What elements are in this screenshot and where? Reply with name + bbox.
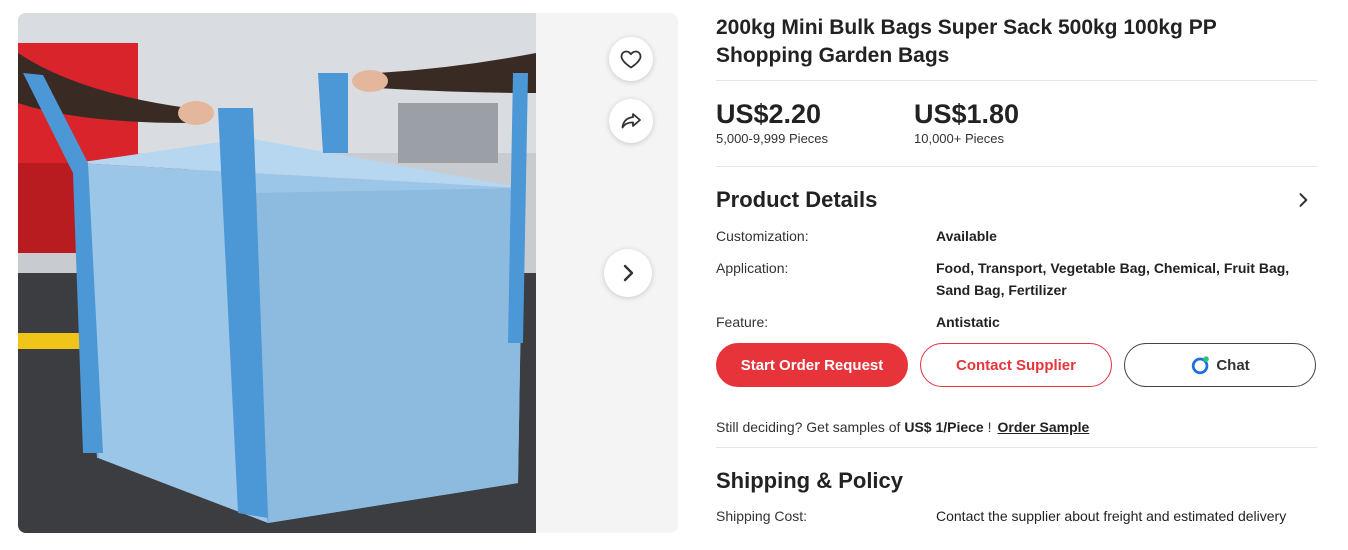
- attribute-label: Feature:: [716, 314, 769, 330]
- product-info: 200kg Mini Bulk Bags Super Sack 500kg 10…: [716, 14, 1317, 524]
- attribute-list: Customization: Available Application: Fo…: [716, 225, 1317, 333]
- action-buttons: Start Order Request Contact Supplier Cha…: [716, 343, 1317, 387]
- attribute-row: Feature: Antistatic: [716, 311, 1317, 333]
- shipping-cost-value: Contact the supplier about freight and e…: [936, 508, 1287, 524]
- price-tier: US$1.80 10,000+ Pieces: [914, 99, 1112, 146]
- chat-button[interactable]: Chat: [1124, 343, 1316, 387]
- chat-icon: [1192, 356, 1210, 375]
- chevron-right-icon: [623, 264, 634, 282]
- product-title: 200kg Mini Bulk Bags Super Sack 500kg 10…: [716, 14, 1317, 81]
- attribute-row: Customization: Available: [716, 225, 1317, 247]
- start-order-request-button[interactable]: Start Order Request: [716, 343, 908, 387]
- attribute-value: Available: [936, 228, 997, 244]
- attribute-value: Antistatic: [936, 314, 1000, 330]
- attribute-value: Food, Transport, Vegetable Bag, Chemical…: [936, 260, 1290, 298]
- shipping-cost-row: Shipping Cost: Contact the supplier abou…: [716, 508, 1317, 524]
- heart-icon: [620, 50, 642, 69]
- order-sample-link[interactable]: Order Sample: [998, 419, 1090, 435]
- share-arrow-icon: [621, 113, 641, 129]
- product-gallery: [18, 13, 678, 533]
- product-image[interactable]: [18, 13, 536, 533]
- sample-price: US$ 1/Piece: [904, 419, 984, 435]
- price-tier: US$2.20 5,000-9,999 Pieces: [716, 99, 914, 146]
- shipping-cost-label: Shipping Cost:: [716, 508, 808, 524]
- sample-offer: Still deciding? Get samples of US$ 1/Pie…: [716, 419, 1317, 448]
- price-value: US$1.80: [914, 99, 1020, 129]
- attribute-label: Customization:: [716, 228, 809, 244]
- price-tiers: US$2.20 5,000-9,999 Pieces US$1.80 10,00…: [716, 99, 1317, 167]
- sample-suffix: !: [983, 419, 992, 435]
- price-quantity-range: 5,000-9,999 Pieces: [716, 131, 829, 146]
- sample-prefix: Still deciding? Get samples of: [716, 419, 905, 435]
- chevron-right-icon[interactable]: [1293, 190, 1313, 210]
- favorite-button[interactable]: [609, 37, 653, 81]
- chat-label: Chat: [1216, 356, 1250, 374]
- price-value: US$2.20: [716, 99, 822, 129]
- contact-supplier-button[interactable]: Contact Supplier: [920, 343, 1112, 387]
- next-image-button[interactable]: [604, 249, 652, 297]
- price-quantity-range: 10,000+ Pieces: [914, 131, 1004, 146]
- share-button[interactable]: [609, 99, 653, 143]
- product-details-header[interactable]: Product Details: [716, 187, 1317, 213]
- section-title: Product Details: [716, 187, 878, 212]
- attribute-row: Application: Food, Transport, Vegetable …: [716, 257, 1317, 301]
- shipping-policy-title: Shipping & Policy: [716, 468, 904, 493]
- attribute-label: Application:: [716, 260, 789, 276]
